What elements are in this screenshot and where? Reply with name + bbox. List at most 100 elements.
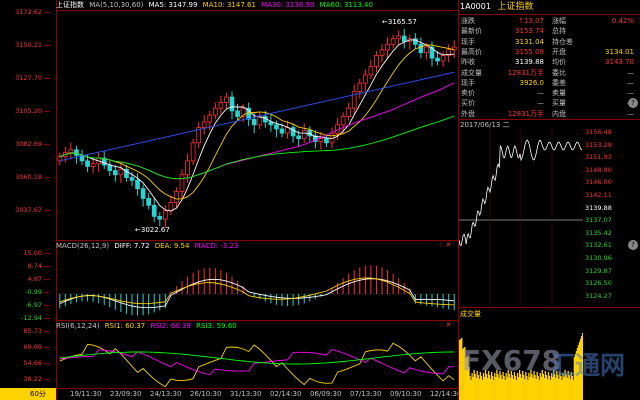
quote-value: — [578,98,634,108]
candle-body [151,204,157,217]
axis-tick [44,78,50,79]
macd-close-icon[interactable]: ♢ ✕ [437,241,451,249]
candle-body [68,149,74,153]
candle-body [324,138,329,144]
axis-label: 3060.18 [15,173,42,181]
candle-body [440,55,446,62]
candle-body [424,46,429,54]
quote-label: 昨收 [461,58,475,67]
intraday-price-line [459,139,583,247]
candle-body [279,128,285,134]
ma10-value: MA10: 3147.61 [202,1,256,9]
info-icon[interactable]: ? [628,240,638,250]
candle-body [290,127,296,137]
rsi-chart[interactable] [57,331,457,388]
ma5-value: MA5: 3147.99 [148,1,198,9]
candle-body [396,35,402,40]
rsi2-value: RSI2: 60.39 [150,322,191,330]
candle-body [146,197,152,206]
candle-body [357,82,363,92]
intraday-axis-label: 3151.93 [585,153,612,162]
candle-body [379,49,385,56]
quote-label: 成交量 [461,68,482,77]
price-low-label: ←3022.67 [135,226,170,234]
candle-body [112,170,118,176]
quote-label: 涨跌 [461,17,475,25]
candle-body [229,96,235,112]
axis-label: 3172.62 [15,8,42,16]
kline-chart[interactable] [57,11,457,240]
intraday-chart[interactable] [459,128,583,308]
quote-label: 卖价 [461,89,475,98]
intraday-axis-label: 3142.11 [585,191,612,199]
intraday-axis-label: 3135.42 [585,228,612,237]
quote-label: 买价 [461,99,475,108]
candle-body [224,96,229,103]
candle-body [168,202,174,212]
quote-value: 12831万手 [507,68,544,77]
kline-header: 上证指数 MA(5,10,30,60) MA5: 3147.99 MA10: 3… [56,0,376,10]
quote-label: 现手 [461,78,475,87]
candle-body [390,38,396,45]
axis-label: 3150.21 [15,41,42,49]
candle-body [318,138,324,142]
quote-row: 现手 3926.0 委差 — [458,78,640,88]
candle-body [235,110,240,117]
quote-value: ↑13.07 [518,17,544,25]
candle-body [185,160,190,176]
intraday-axis-label: 3148.90 [585,165,612,174]
axis-tick [44,45,50,46]
time-label: 26/10:30 [190,390,222,398]
axis-label: 69.69 [23,343,42,351]
help-icon[interactable]: ? [628,98,638,108]
quote-value: 3143.70 [605,58,634,67]
candle-body [74,149,79,156]
axis-label: 15.00 [23,249,42,257]
quote-label: 外盘 [461,109,475,118]
quote-code: 1A0001 [460,2,491,11]
quote-label: 卖量 [552,89,566,98]
axis-tick [44,210,50,211]
time-label: 06/09:30 [310,390,342,398]
quote-row: 成交量 12831万手 委比 — [458,68,640,78]
candle-body [207,114,213,123]
rsi-close-icon[interactable]: ♢ ✕ [437,321,451,329]
axis-tick [44,144,50,145]
quote-label: 涨幅 [552,17,566,25]
candle-body [274,124,279,130]
macd-diff: DIFF: 7.72 [114,242,150,250]
intraday-axis-label: 3146.00 [585,178,612,187]
axis-tick [44,266,50,267]
rsi1-value: RSI1: 60.37 [104,322,146,330]
macd-header: MACD(26,12,9) DIFF: 7.72 DEA: 9.54 MACD:… [56,241,241,251]
candle-body [257,116,263,126]
axis-tick [44,279,50,280]
axis-tick [44,111,50,112]
candle-body [174,191,179,203]
quote-value: — [627,109,634,118]
intraday-axis-label: 3139.88 [585,203,612,212]
macd-chart[interactable] [57,251,457,319]
quote-label: 内盘 [552,109,566,118]
candle-body [385,43,390,51]
index-title: 上证指数 [56,1,84,9]
candle-body [179,174,185,192]
quote-label: 最新价 [461,27,482,36]
quote-label: 持仓差 [552,37,573,46]
quote-value: — [627,89,634,98]
axis-label: 54.66 [23,359,42,367]
quote-row: 外盘 12831万手 内盘 — [458,109,640,119]
candle-body [340,116,346,126]
period-selector[interactable]: 60分 [0,388,56,400]
candle-body [362,74,368,84]
time-label: 23/09:30 [110,390,142,398]
axis-tick [44,12,50,13]
quote-value: 3134.01 [605,47,634,56]
axis-tick [44,318,50,319]
axis-tick [44,253,50,254]
quote-value: 0.42% [611,17,634,25]
candle-body [90,163,96,167]
quote-value: — [537,99,544,108]
axis-tick [44,305,50,306]
intraday-axis-label: 3129.87 [585,266,612,275]
